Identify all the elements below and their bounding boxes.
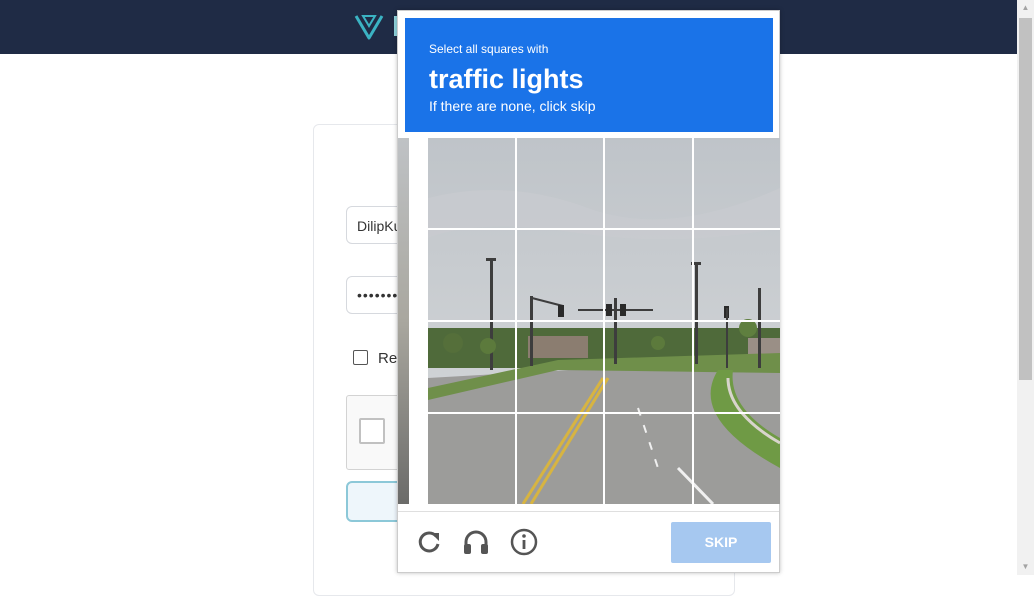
captcha-tile[interactable] [693, 138, 780, 228]
captcha-challenge-dialog: Select all squares with traffic lights I… [397, 10, 780, 573]
captcha-tile[interactable] [428, 322, 515, 412]
street-scene-image [516, 230, 603, 320]
captcha-tile[interactable] [516, 414, 603, 504]
captcha-tile[interactable] [605, 138, 692, 228]
captcha-tile[interactable] [693, 322, 780, 412]
page-scrollbar[interactable]: ▲ ▼ [1017, 0, 1034, 575]
street-scene-image [428, 230, 515, 320]
street-scene-image [428, 138, 515, 228]
captcha-tile[interactable] [693, 414, 780, 504]
street-scene-image [605, 322, 692, 412]
reload-icon[interactable] [414, 527, 444, 557]
remember-me-label: Re [378, 350, 398, 367]
captcha-tile[interactable] [428, 138, 515, 228]
info-icon[interactable] [509, 527, 539, 557]
v-logo-icon[interactable] [354, 12, 388, 42]
captcha-tile[interactable] [428, 230, 515, 320]
street-scene-image [693, 138, 780, 228]
captcha-tile[interactable] [516, 230, 603, 320]
captcha-tile[interactable] [605, 230, 692, 320]
skip-button[interactable]: SKIP [671, 522, 771, 563]
recaptcha-checkbox[interactable] [359, 418, 385, 444]
captcha-tile-grid [428, 138, 780, 504]
captcha-tile[interactable] [605, 414, 692, 504]
street-scene-image [605, 414, 692, 504]
captcha-tile[interactable] [693, 230, 780, 320]
street-scene-image [693, 322, 780, 412]
captcha-instruction-line1: Select all squares with [429, 42, 549, 56]
street-scene-image [428, 322, 515, 412]
captcha-tile[interactable] [516, 322, 603, 412]
username-value: DilipKu [357, 218, 402, 234]
captcha-tile[interactable] [428, 414, 515, 504]
street-scene-image [428, 414, 515, 504]
password-value: ••••••• [357, 287, 399, 303]
audio-icon[interactable] [461, 527, 491, 557]
captcha-instruction-banner: Select all squares with traffic lights I… [405, 18, 773, 132]
captcha-instruction-hint: If there are none, click skip [429, 98, 596, 114]
street-scene-image [516, 414, 603, 504]
street-scene-image [693, 230, 780, 320]
remember-me-checkbox[interactable] [353, 350, 368, 365]
previous-image-strip [398, 138, 409, 504]
captcha-tile[interactable] [605, 322, 692, 412]
street-scene-image [605, 230, 692, 320]
scrollbar-thumb[interactable] [1019, 18, 1032, 380]
captcha-tile[interactable] [516, 138, 603, 228]
street-scene-image [605, 138, 692, 228]
street-scene-image [693, 414, 780, 504]
street-scene-image [516, 138, 603, 228]
scroll-down-icon[interactable]: ▼ [1017, 561, 1034, 573]
street-scene-image [516, 322, 603, 412]
scroll-up-icon[interactable]: ▲ [1017, 2, 1034, 14]
captcha-target-object: traffic lights [429, 64, 584, 94]
captcha-footer: SKIP [398, 511, 779, 574]
